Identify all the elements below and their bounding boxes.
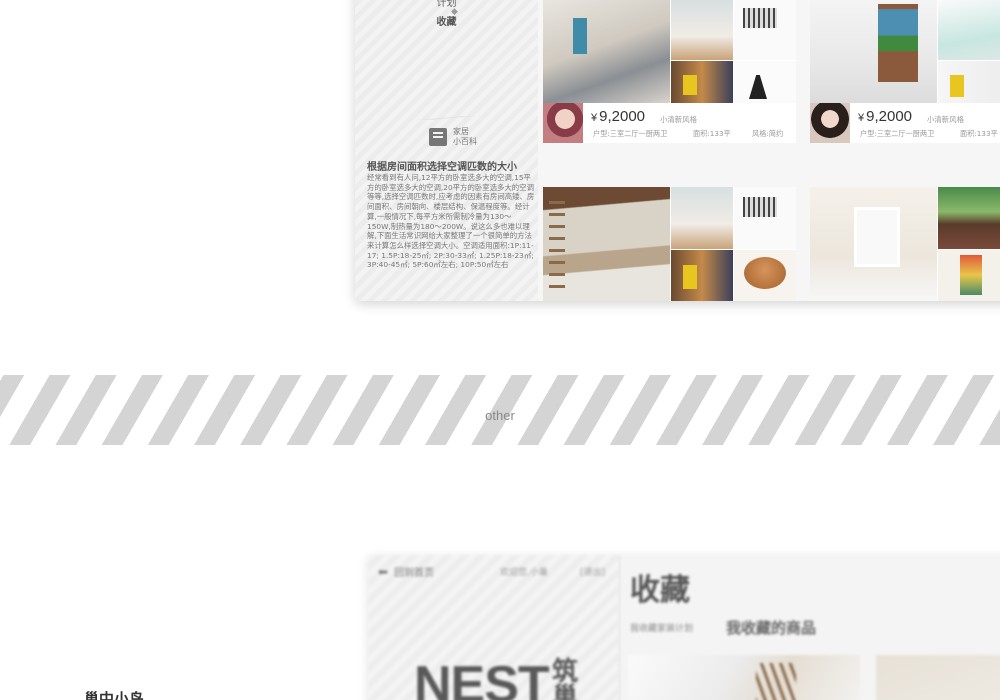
saved-plans-tab[interactable]: 我收藏家装计划	[630, 621, 693, 634]
product-card[interactable]	[543, 187, 796, 301]
designer-avatar[interactable]	[810, 103, 850, 143]
top-screen-mockup: 计划 ◆ 收藏 家居 小百科 根据房间面积选择空调匹数的大小 经常看到有人问,1…	[355, 0, 1000, 301]
left-panel: 计划 ◆ 收藏 家居 小百科 根据房间面积选择空调匹数的大小 经常看到有人问,1…	[355, 0, 538, 301]
product-card[interactable]: ¥9,2000 小清新风格 户型:三室二厅一厨两卫 面积:133平	[810, 0, 1000, 143]
panel-separator	[619, 555, 620, 700]
price-bar: ¥9,2000 小清新风格 户型:三室二厅一厨两卫 面积:133平	[810, 103, 1000, 143]
article-body: 经常看到有人问,12平方的卧室选多大的空调,15平方的卧室选多大的空调,20平方…	[367, 173, 535, 270]
product-photo-collage	[543, 187, 796, 301]
saved-product-thumbnail[interactable]	[628, 655, 860, 700]
style-tag: 小清新风格	[927, 115, 964, 124]
price-value: 9,2000	[599, 108, 646, 125]
divider	[355, 116, 538, 120]
style-info: 风格:简约	[752, 129, 784, 138]
area-info: 面积:133平	[693, 129, 731, 138]
logout-link[interactable]: [退出]	[580, 565, 605, 578]
book-icon	[429, 128, 447, 146]
price-bar: ¥9,2000 小清新风格 户型:三室二厅一厨两卫 面积:133平 风格:简约	[543, 103, 796, 143]
product-card[interactable]: ¥9,2000 小清新风格 户型:三室二厅一厨两卫 面积:133平 风格:简约	[543, 0, 796, 143]
layout-info: 户型:三室二厅一厨两卫	[860, 129, 935, 138]
saved-products-tab[interactable]: 我收藏的商品	[726, 617, 816, 638]
layout-info: 户型:三室二厅一厨两卫	[593, 129, 668, 138]
price-value: 9,2000	[866, 108, 913, 125]
welcome-text: 欢迎您,小巢	[500, 568, 548, 578]
area-info: 面积:133平	[960, 129, 998, 138]
nest-logo: NEST	[414, 656, 550, 700]
wiki-label-line2: 小百科	[453, 137, 477, 146]
chair-legs-image	[756, 663, 796, 700]
product-photo-collage	[810, 187, 1000, 301]
plan-nav-item[interactable]: 计划	[355, 0, 538, 9]
style-tag: 小清新风格	[660, 115, 697, 124]
product-price: ¥9,2000	[591, 108, 645, 125]
favorites-nav-item[interactable]: 收藏	[355, 13, 538, 28]
home-wiki-header[interactable]: 家居 小百科	[429, 127, 477, 147]
currency-symbol: ¥	[591, 112, 598, 124]
back-arrow-icon: ⬅	[378, 565, 389, 579]
bottom-screen-mockup: ⬅ 回到首页 欢迎您,小巢 [退出] NEST 筑巢 收藏 我收藏家装计划 我收藏…	[368, 555, 1000, 700]
page-title: 收藏	[630, 573, 690, 608]
saved-product-thumbnail[interactable]	[876, 655, 1000, 700]
back-home-label: 回到首页	[394, 568, 435, 579]
wiki-label-line1: 家居	[453, 127, 469, 136]
article-title[interactable]: 根据房间面积选择空调匹数的大小	[367, 158, 535, 173]
section-label: other	[485, 408, 515, 423]
back-home-link[interactable]: ⬅ 回到首页	[378, 564, 434, 579]
designer-avatar[interactable]	[543, 103, 583, 143]
product-card[interactable]	[810, 187, 1000, 301]
corner-caption: 巢中小鸟	[84, 690, 145, 700]
currency-symbol: ¥	[858, 112, 865, 124]
nest-logo-cn: 筑巢	[552, 657, 579, 700]
product-price: ¥9,2000	[858, 108, 912, 125]
home-wiki-label: 家居 小百科	[453, 127, 477, 147]
